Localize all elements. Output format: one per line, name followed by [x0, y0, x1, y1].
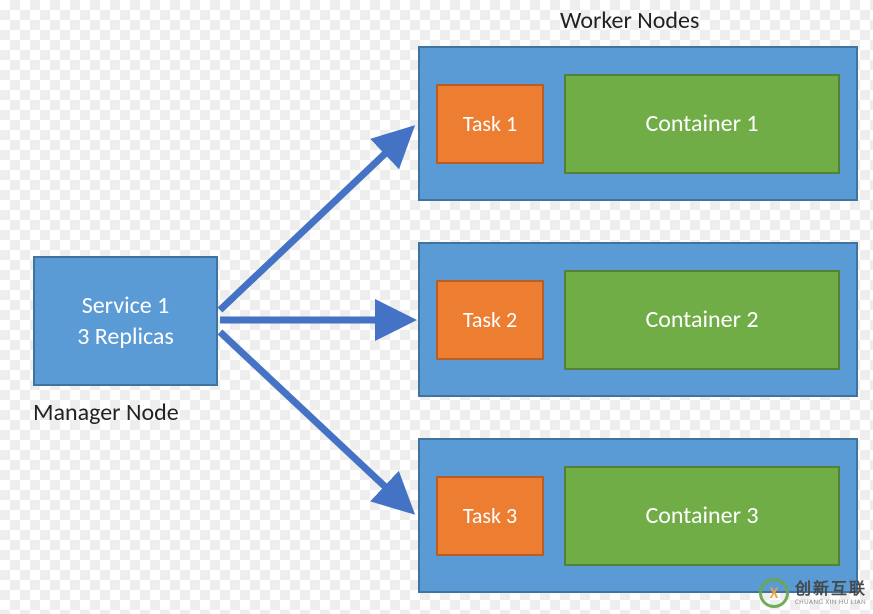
task-box-2: Task 2: [436, 280, 544, 360]
watermark-logo-icon: X: [759, 578, 789, 608]
task-label: Task 1: [463, 110, 517, 137]
manager-service-name: Service 1: [82, 290, 170, 321]
manager-replicas: 3 Replicas: [77, 321, 174, 352]
task-box-1: Task 1: [436, 84, 544, 164]
arrow-to-worker-3: [220, 332, 410, 510]
container-box-3: Container 3: [564, 466, 840, 566]
manager-node-label: Manager Node: [33, 398, 179, 427]
worker-node-3: Task 3 Container 3: [418, 438, 858, 593]
task-box-3: Task 3: [436, 476, 544, 556]
container-label: Container 2: [645, 305, 758, 334]
watermark-logo-letter: X: [770, 584, 779, 603]
container-box-2: Container 2: [564, 270, 840, 370]
worker-node-2: Task 2 Container 2: [418, 242, 858, 397]
watermark-pinyin: CHUANG XIN HU LIAN: [795, 598, 867, 605]
worker-nodes-label: Worker Nodes: [560, 6, 699, 35]
worker-node-1: Task 1 Container 1: [418, 46, 858, 201]
arrow-to-worker-1: [220, 130, 410, 310]
watermark-cn: 创新互联: [795, 582, 867, 598]
manager-node-box: Service 1 3 Replicas: [33, 256, 218, 386]
container-label: Container 1: [645, 109, 758, 138]
container-box-1: Container 1: [564, 74, 840, 174]
watermark: X 创新互联 CHUANG XIN HU LIAN: [759, 578, 867, 608]
task-label: Task 3: [463, 502, 517, 529]
task-label: Task 2: [463, 306, 517, 333]
watermark-text: 创新互联 CHUANG XIN HU LIAN: [795, 582, 867, 605]
container-label: Container 3: [645, 501, 758, 530]
